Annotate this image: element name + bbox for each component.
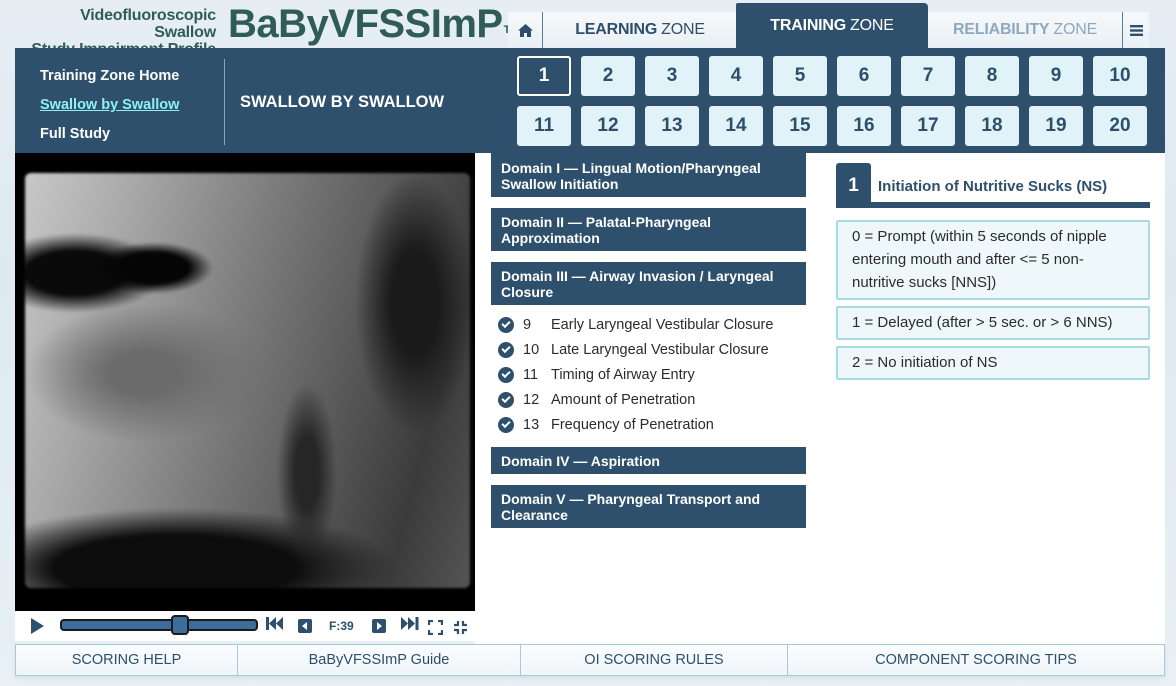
training-zone-band: Training Zone Home Swallow by Swallow Fu… (15, 48, 1165, 153)
play-icon[interactable] (31, 618, 44, 634)
fullscreen-icon[interactable] (427, 619, 444, 636)
scrubber-thumb[interactable] (171, 615, 189, 635)
domain-header-5[interactable]: Domain V — Pharyngeal Transport and Clea… (491, 485, 806, 528)
swallow-button-1[interactable]: 1 (517, 56, 571, 96)
swallow-button-10[interactable]: 10 (1093, 56, 1147, 96)
menu-button[interactable] (1122, 12, 1149, 48)
component-list-item[interactable]: 10 Late Laryngeal Vestibular Closure (498, 337, 806, 362)
swallow-button-2[interactable]: 2 (581, 56, 635, 96)
scoring-panel: Domain I — Lingual Motion/Pharyngeal Swa… (475, 153, 1165, 644)
swallow-button-17[interactable]: 17 (901, 106, 955, 146)
component-number: 1 (836, 163, 871, 208)
help-bar: SCORING HELP BaByVFSSImP Guide OI SCORIN… (15, 644, 1165, 676)
swallow-button-14[interactable]: 14 (709, 106, 763, 146)
swallow-button-19[interactable]: 19 (1029, 106, 1083, 146)
tab-reliability-zone[interactable]: RELIABILITY ZONE (928, 12, 1122, 48)
swallow-button-12[interactable]: 12 (581, 106, 635, 146)
tab-label-bold: RELIABILITY (952, 21, 1050, 38)
swallow-button-3[interactable]: 3 (645, 56, 699, 96)
step-back-icon[interactable] (298, 619, 312, 633)
swallow-button-7[interactable]: 7 (901, 56, 955, 96)
component-label: Frequency of Penetration (551, 416, 714, 433)
check-circle-icon (498, 316, 514, 333)
page-title: SWALLOW BY SWALLOW (240, 93, 445, 111)
domain-list: Domain I — Lingual Motion/Pharyngeal Swa… (491, 153, 806, 539)
score-option-2[interactable]: 2 = No initiation of NS (836, 346, 1150, 380)
home-icon (517, 23, 533, 37)
component-detail: 1 Initiation of Nutritive Sucks (NS) 0 =… (836, 163, 1150, 380)
component-list-item[interactable]: 11 Timing of Airway Entry (498, 362, 806, 387)
swallow-button-11[interactable]: 11 (517, 106, 571, 146)
divider (224, 59, 225, 145)
link-training-zone-home[interactable]: Training Zone Home (40, 62, 179, 91)
guide-button[interactable]: BaByVFSSImP Guide (238, 645, 521, 675)
swallow-button-13[interactable]: 13 (645, 106, 699, 146)
tab-label-rest: ZONE (661, 21, 705, 38)
component-number: 12 (523, 391, 540, 408)
check-circle-icon (498, 366, 514, 383)
swallow-button-8[interactable]: 8 (965, 56, 1019, 96)
score-option-0[interactable]: 0 = Prompt (within 5 seconds of nipple e… (836, 220, 1150, 300)
component-header: 1 Initiation of Nutritive Sucks (NS) (836, 163, 1150, 208)
swallow-button-15[interactable]: 15 (773, 106, 827, 146)
swallow-button-16[interactable]: 16 (837, 106, 891, 146)
component-label: Timing of Airway Entry (551, 366, 695, 383)
domain-header-1[interactable]: Domain I — Lingual Motion/Pharyngeal Swa… (491, 153, 806, 197)
component-number: 11 (523, 366, 539, 383)
check-circle-icon (498, 416, 514, 433)
swallow-button-20[interactable]: 20 (1093, 106, 1147, 146)
component-list-item[interactable]: 12 Amount of Penetration (498, 387, 806, 412)
tab-training-zone[interactable]: TRAINING ZONE (736, 3, 928, 48)
vfss-video[interactable] (15, 153, 475, 611)
tab-label-rest: ZONE (1053, 21, 1098, 38)
exit-fullscreen-icon[interactable] (453, 620, 467, 634)
domain-component-list: 9 Early Laryngeal Vestibular Closure 10 Lat… (498, 312, 806, 437)
swallow-button-6[interactable]: 6 (837, 56, 891, 96)
domain-header-4[interactable]: Domain IV — Aspiration (491, 447, 806, 474)
link-swallow-by-swallow[interactable]: Swallow by Swallow (40, 91, 179, 120)
component-label: Early Laryngeal Vestibular Closure (551, 316, 774, 333)
swallow-button-9[interactable]: 9 (1029, 56, 1083, 96)
logo: BaByVFSSImPTM (228, 2, 519, 46)
training-zone-sidebar: Training Zone Home Swallow by Swallow Fu… (40, 62, 179, 149)
zone-navigation: LEARNING ZONE TRAINING ZONE RELIABILITY ZON… (508, 3, 1149, 48)
tab-learning-zone[interactable]: LEARNING ZONE (544, 12, 736, 48)
logo-title: BaByVFSSImP (228, 2, 503, 46)
swallow-button-5[interactable]: 5 (773, 56, 827, 96)
xray-frame-image (25, 173, 470, 588)
frame-counter: F:39 (329, 619, 354, 633)
component-list-item[interactable]: 9 Early Laryngeal Vestibular Closure (498, 312, 806, 337)
swallow-button-4[interactable]: 4 (709, 56, 763, 96)
score-option-1[interactable]: 1 = Delayed (after > 5 sec. or > 6 NNS) (836, 306, 1150, 340)
check-circle-icon (498, 341, 514, 358)
hamburger-menu-icon (1129, 24, 1143, 36)
component-list-item[interactable]: 13 Frequency of Penetration (498, 412, 806, 437)
swallow-button-18[interactable]: 18 (965, 106, 1019, 146)
component-title: Initiation of Nutritive Sucks (NS) (878, 178, 1108, 195)
component-label: Amount of Penetration (551, 391, 696, 408)
tab-label-bold: LEARNING (575, 21, 658, 38)
video-controls: F:39 (15, 611, 475, 641)
logo-subtitle-line-1: Videofluoroscopic Swallow (80, 7, 216, 41)
component-number: 13 (523, 416, 540, 433)
component-scoring-tips-button[interactable]: COMPONENT SCORING TIPS (788, 645, 1164, 675)
link-full-study[interactable]: Full Study (40, 120, 179, 149)
tab-label-bold: TRAINING (770, 16, 847, 34)
scoring-help-button[interactable]: SCORING HELP (16, 645, 238, 675)
home-button[interactable] (508, 12, 543, 48)
skip-to-start-icon[interactable] (266, 617, 284, 634)
step-forward-icon[interactable] (372, 619, 386, 633)
component-number: 10 (523, 341, 540, 358)
swallow-selector: 1 2 3 4 5 6 7 8 9 10 11 12 13 14 15 16 17 18 19 20 (517, 56, 1147, 146)
oi-scoring-rules-button[interactable]: OI SCORING RULES (521, 645, 788, 675)
video-scrubber[interactable] (60, 615, 258, 635)
component-label: Late Laryngeal Vestibular Closure (551, 341, 769, 358)
domain-header-3[interactable]: Domain III — Airway Invasion / Laryngeal… (491, 262, 806, 305)
domain-header-2[interactable]: Domain II — Palatal-Pharyngeal Approxima… (491, 208, 806, 251)
tab-label-rest: ZONE (850, 16, 894, 34)
skip-to-end-icon[interactable] (401, 617, 419, 634)
component-number: 9 (523, 316, 532, 333)
check-circle-icon (498, 391, 514, 408)
